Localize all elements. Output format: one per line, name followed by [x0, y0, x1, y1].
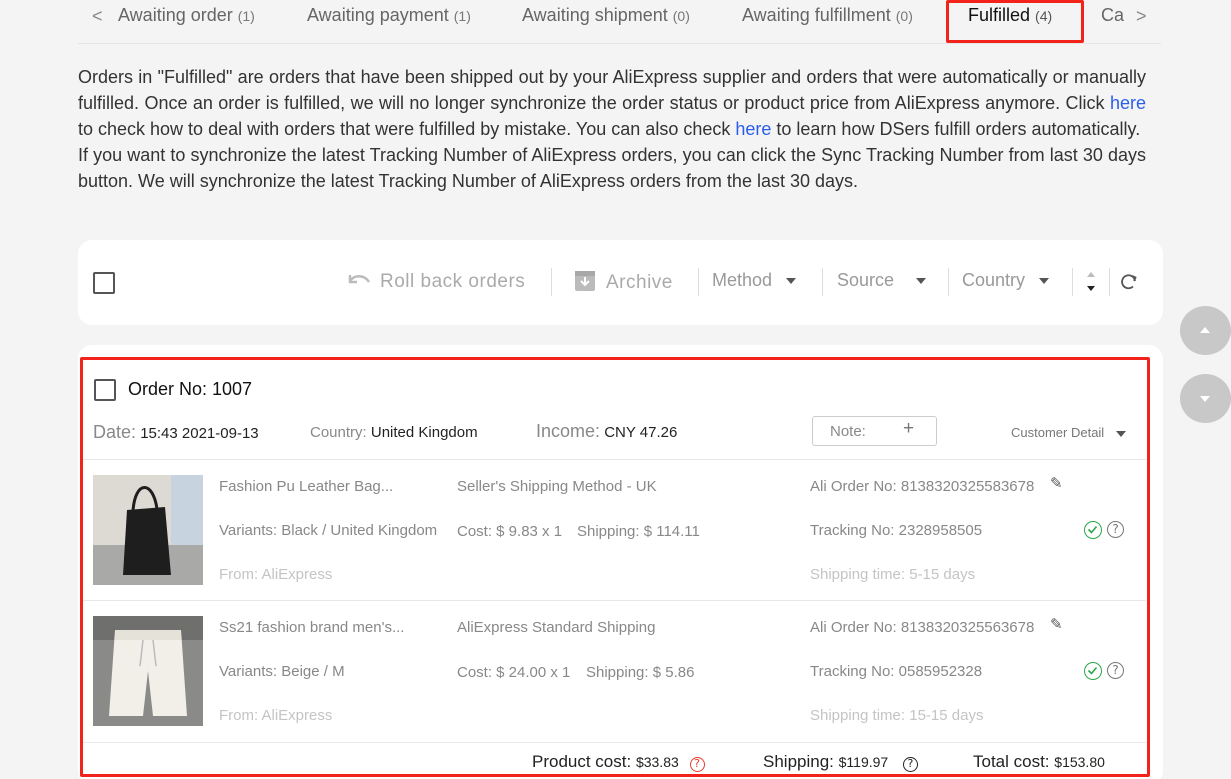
method-label: Method	[712, 270, 773, 290]
sort-up-icon	[1087, 272, 1095, 277]
order-highlight-box	[80, 357, 1150, 777]
scroll-top-button[interactable]	[1180, 306, 1231, 355]
refresh-icon[interactable]	[1120, 273, 1138, 291]
caret-down-icon	[786, 278, 797, 285]
toolbar-divider	[551, 268, 552, 296]
tab-awaiting-order[interactable]: Awaiting order (1)	[118, 5, 255, 26]
caret-down-icon	[1039, 278, 1050, 285]
sort-down-icon	[1087, 286, 1095, 291]
toolbar-divider	[948, 268, 949, 296]
tab-label: Ca	[1101, 5, 1125, 25]
tab-count: (0)	[895, 8, 913, 24]
tab-label: Awaiting order	[118, 5, 233, 25]
select-all-checkbox[interactable]	[93, 272, 115, 294]
country-select[interactable]: Country	[962, 270, 1050, 291]
arrow-down-icon	[1200, 396, 1210, 402]
country-label: Country	[962, 270, 1026, 290]
tab-awaiting-shipment[interactable]: Awaiting shipment (0)	[522, 5, 690, 26]
rollback-label: Roll back orders	[380, 271, 526, 292]
help-link-mistake[interactable]: here	[1110, 93, 1146, 113]
tab-label: Awaiting payment	[307, 5, 449, 25]
toolbar-divider	[698, 268, 699, 296]
caret-down-icon	[916, 278, 927, 285]
description-text: to check how to deal with orders that we…	[78, 119, 736, 139]
tab-awaiting-payment[interactable]: Awaiting payment (1)	[307, 5, 471, 26]
tabs-prev-icon[interactable]: <	[92, 6, 103, 27]
rollback-orders-button[interactable]: Roll back orders	[346, 270, 525, 293]
tabs-next-icon[interactable]: >	[1136, 6, 1147, 27]
active-tab-highlight	[946, 0, 1084, 43]
sort-toggle[interactable]	[1086, 270, 1096, 294]
source-select[interactable]: Source	[837, 270, 927, 291]
scroll-bottom-button[interactable]	[1180, 374, 1231, 423]
source-label: Source	[837, 270, 895, 290]
tab-count: (1)	[453, 8, 471, 24]
tab-awaiting-fulfillment[interactable]: Awaiting fulfillment (0)	[742, 5, 913, 26]
description-text: to learn how DSers fulfill orders automa…	[771, 119, 1141, 139]
tab-label: Awaiting shipment	[522, 5, 668, 25]
tab-count: (0)	[672, 8, 690, 24]
archive-label: Archive	[606, 272, 673, 293]
tab-count: (1)	[237, 8, 255, 24]
description-text: Orders in "Fulfilled" are orders that ha…	[78, 67, 1146, 113]
toolbar-divider	[1109, 268, 1110, 296]
toolbar-divider	[1072, 268, 1073, 296]
tab-label: Awaiting fulfillment	[742, 5, 891, 25]
help-link-auto-fulfill[interactable]: here	[735, 119, 771, 139]
sync-tracking-description: If you want to synchronize the latest Tr…	[78, 145, 1146, 191]
undo-icon	[348, 275, 371, 284]
tab-cancelled[interactable]: Ca	[1101, 5, 1124, 26]
orders-toolbar: Roll back orders Archive Method Source C…	[78, 240, 1163, 325]
method-select[interactable]: Method	[712, 270, 797, 291]
archive-icon	[575, 271, 595, 291]
archive-button[interactable]: Archive	[574, 270, 673, 294]
toolbar-divider	[822, 268, 823, 296]
arrow-up-icon	[1200, 327, 1210, 333]
fulfilled-description: Orders in "Fulfilled" are orders that ha…	[78, 64, 1146, 194]
